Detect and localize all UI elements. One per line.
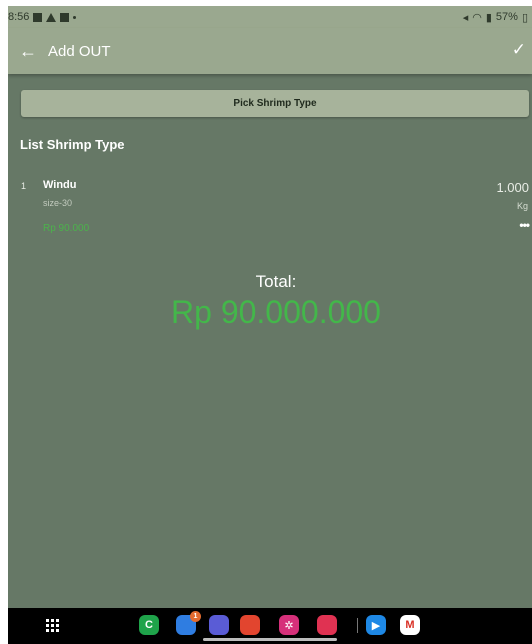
status-right: ◂ ◠ ▮ 57% ▯ [463, 11, 528, 24]
list-section-title: List Shrimp Type [20, 137, 125, 152]
item-name: Windu [43, 179, 77, 191]
gallery-app-icon[interactable]: ✲ [279, 615, 299, 635]
item-price: Rp 90.000 [43, 223, 90, 234]
battery-text: 57% [495, 11, 518, 23]
gmail-app-icon[interactable]: M [400, 615, 420, 635]
more-notifications-icon [73, 15, 77, 19]
phone-app-icon[interactable]: C [139, 615, 159, 635]
battery-icon: ▯ [521, 11, 528, 24]
app-drawer-button[interactable] [46, 619, 60, 633]
pick-shrimp-type-button[interactable]: Pick Shrimp Type [21, 90, 529, 117]
mail-icon [60, 12, 70, 22]
wifi-icon: ◠ [472, 11, 482, 24]
item-quantity: 1.000 [496, 180, 529, 195]
app-bar: ← Add OUT ✓ [8, 28, 532, 74]
camera-app-icon[interactable] [317, 615, 337, 635]
list-item[interactable]: 1 Windu size-30 Rp 90.000 1.000 Kg ••• [8, 176, 532, 236]
back-button[interactable]: ← [8, 28, 48, 74]
status-bar: 8:56 ◂ ◠ ▮ 57% ▯ [8, 6, 532, 28]
play-store-app-icon[interactable]: ▶ [366, 615, 386, 635]
status-time: 8:56 [8, 11, 30, 23]
dock-divider [357, 618, 358, 633]
more-options-icon[interactable]: ••• [519, 218, 530, 232]
item-unit: Kg [516, 201, 528, 211]
notes-app-icon[interactable] [240, 615, 260, 635]
signal-icon: ▮ [485, 11, 492, 24]
status-left: 8:56 [8, 11, 77, 23]
notification-badge: 1 [190, 611, 201, 622]
navigation-bar: C 1 ✲ ▶ M [8, 608, 532, 644]
messages-app-icon[interactable]: 1 [176, 611, 201, 635]
total-label: Total: [255, 272, 297, 291]
internet-app-icon[interactable] [209, 615, 229, 635]
home-indicator[interactable] [203, 638, 337, 641]
arrow-left-icon: ← [19, 40, 37, 61]
notification-icon [33, 12, 43, 22]
confirm-button[interactable]: ✓ [512, 40, 526, 60]
mute-icon: ◂ [462, 11, 469, 24]
item-size: size-30 [43, 198, 73, 208]
total-value: Rp 90.000.000 [171, 294, 381, 330]
page-title: Add OUT [48, 42, 111, 60]
item-index: 1 [21, 181, 27, 191]
app-screen: 8:56 ◂ ◠ ▮ 57% ▯ ← Add OUT ✓ Pick Shrimp… [8, 6, 532, 644]
warning-icon [46, 12, 57, 22]
